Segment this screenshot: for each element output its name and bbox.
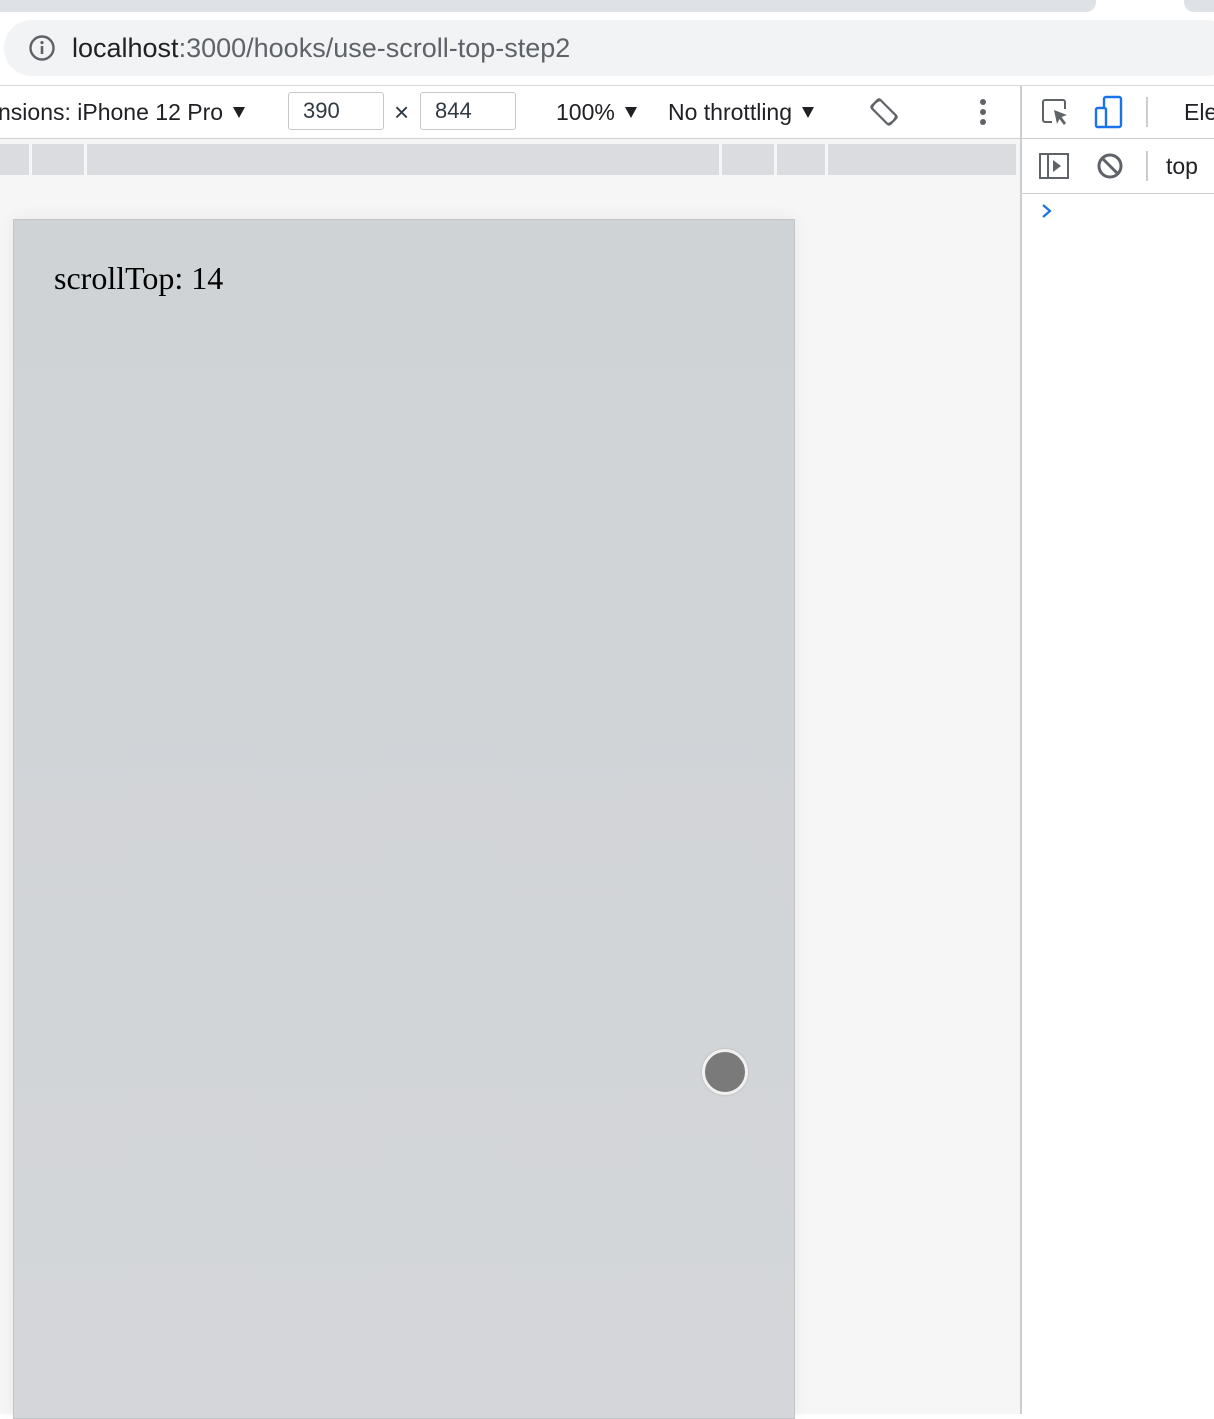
device-dimensions-dropdown[interactable]: nsions: iPhone 12 Pro (0, 86, 246, 138)
javascript-context-selector[interactable]: top (1166, 139, 1198, 193)
throttling-label: No throttling (668, 99, 793, 125)
throttling-dropdown[interactable]: No throttling (668, 86, 815, 138)
device-height-input[interactable]: 844 (420, 92, 516, 130)
url-path: :3000/hooks/use-scroll-top-step2 (178, 33, 571, 63)
devtools-tab-bar: Ele (1022, 86, 1214, 139)
url-text[interactable]: localhost:3000/hooks/use-scroll-top-step… (72, 31, 570, 65)
kebab-menu-icon[interactable] (974, 96, 992, 128)
toolbar-separator (1146, 97, 1148, 127)
active-tab-edge[interactable] (0, 0, 1096, 12)
dimension-times-symbol: × (394, 97, 410, 127)
touch-cursor-indicator (702, 1049, 748, 1095)
device-toggle-icon[interactable] (1094, 95, 1124, 129)
ruler-divider (774, 144, 777, 175)
device-toolbar: nsions: iPhone 12 Pro 390 × 844 100% No … (0, 86, 1020, 139)
zoom-label: 100% (556, 99, 615, 125)
tab-elements[interactable]: Ele (1184, 86, 1214, 138)
console-sidebar-icon[interactable] (1038, 152, 1070, 180)
zoom-dropdown[interactable]: 100% (556, 86, 637, 138)
tab-strip (0, 0, 1214, 14)
ruler-divider (29, 144, 32, 175)
dropdown-caret-icon (233, 107, 246, 118)
ruler-divider (719, 144, 722, 175)
ruler-divider (825, 144, 828, 175)
info-icon[interactable] (28, 34, 56, 62)
address-bar[interactable]: localhost:3000/hooks/use-scroll-top-step… (4, 20, 1214, 76)
devtools-panel: Ele top (1022, 86, 1214, 1414)
dropdown-caret-icon (624, 107, 637, 118)
dropdown-caret-icon (802, 107, 815, 118)
console-toolbar: top (1022, 139, 1214, 194)
device-width-input[interactable]: 390 (288, 92, 384, 130)
toolbar-separator (1146, 151, 1148, 181)
next-tab-edge[interactable] (1184, 0, 1214, 12)
rotate-icon[interactable] (868, 96, 900, 128)
console-prompt-icon (1042, 204, 1052, 218)
clear-console-icon[interactable] (1096, 152, 1124, 180)
media-query-bar (0, 139, 1020, 184)
emulated-device-screen[interactable]: scrollTop: 14 (13, 219, 795, 1419)
device-dimensions-label: nsions: iPhone 12 Pro (0, 99, 224, 125)
inspect-element-icon[interactable] (1040, 97, 1070, 127)
url-host: localhost (72, 33, 179, 63)
scroll-top-readout: scrollTop: 14 (54, 260, 224, 296)
ruler-divider (84, 144, 87, 175)
media-query-ruler[interactable] (0, 144, 1016, 175)
